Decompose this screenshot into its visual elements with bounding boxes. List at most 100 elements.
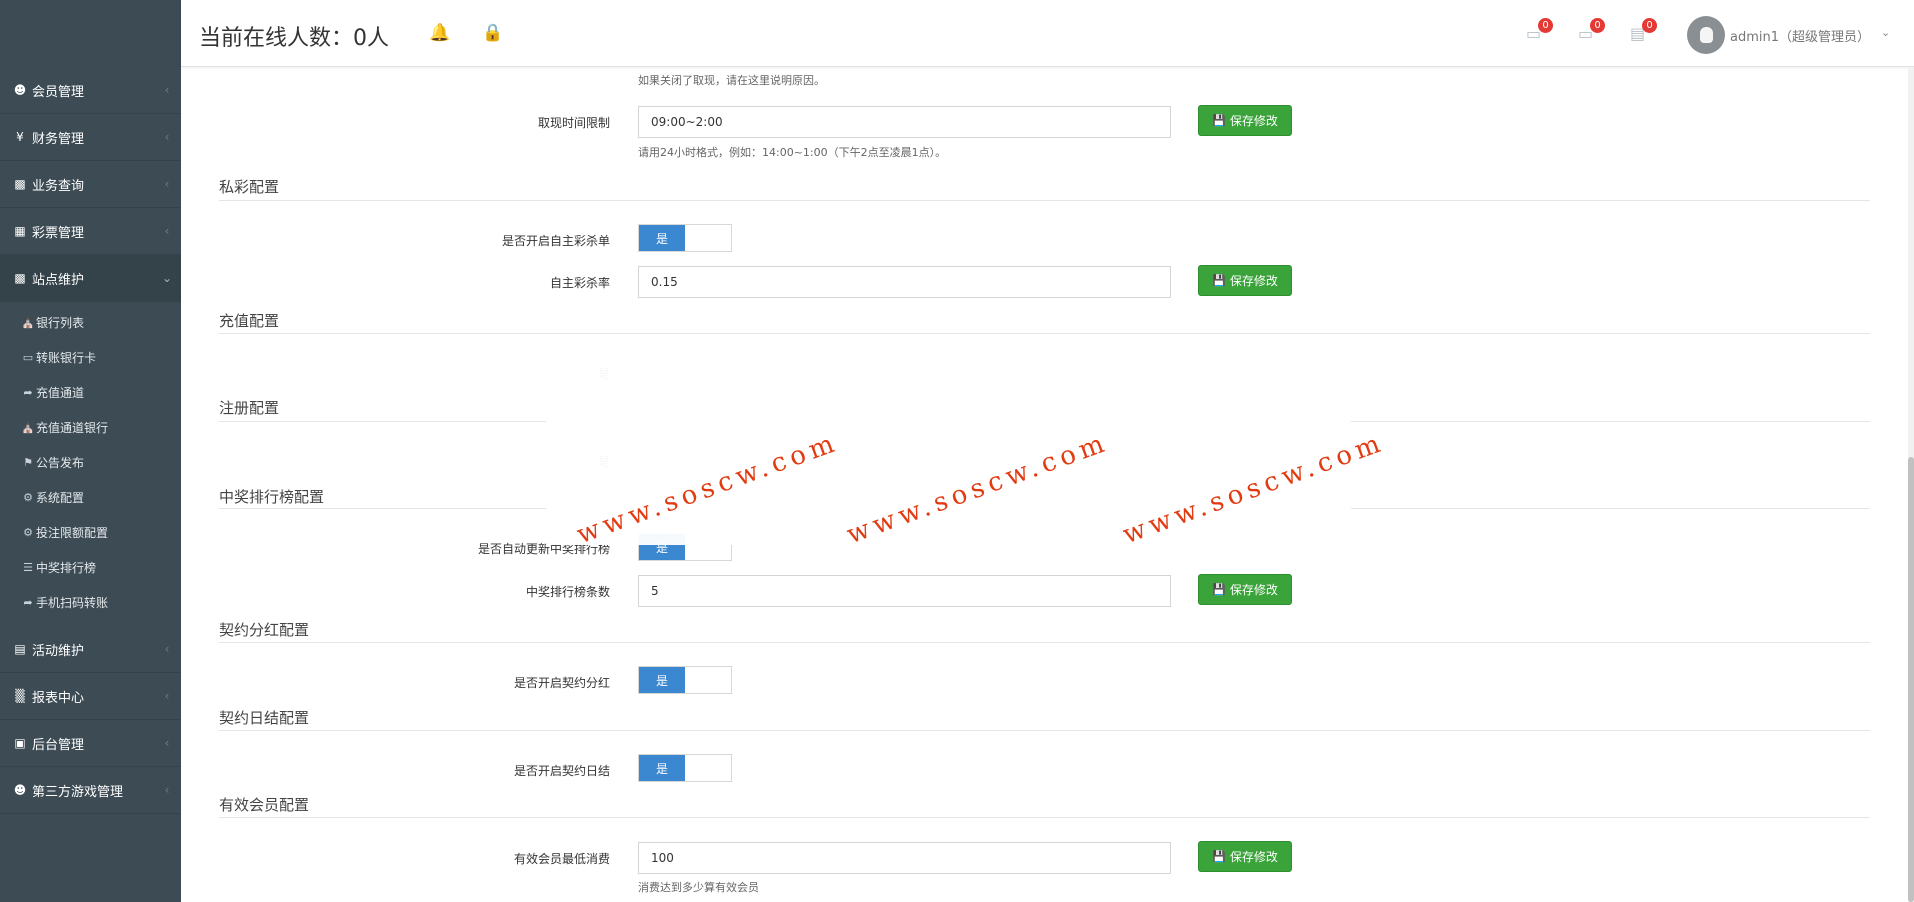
withdraw-close-help: 如果关闭了取现，请在这里说明原因。 [638,74,825,87]
avatar[interactable] [1687,16,1725,54]
section-title-recharge: 充值配置 [219,312,280,330]
sidebar-subitem-label: 银行列表 [36,316,85,330]
section-title-contract-dividend: 契约分红配置 [219,621,310,639]
list-icon: ☰ [23,561,33,574]
sidebar-subitem-winning-ranking[interactable]: ☰ 中奖排行榜 [0,550,181,585]
sidebar-item-label: 彩票管理 [32,225,85,241]
sidebar-item-label: 站点维护 [32,272,85,288]
chevron-left-icon: ‹ [164,224,170,238]
save-button-label: 保存修改 [1229,583,1278,597]
sidebar-item-label: 报表中心 [32,690,85,706]
sidebar-subitem-announcement[interactable]: ⚑ 公告发布 [0,445,181,480]
self-lottery-rate-label: 自主彩杀率 [549,276,610,290]
toggle-on-label: 是 [639,667,685,693]
toggle-on-label: 是 [639,225,685,251]
valid-member-min-label: 有效会员最低消费 [513,852,610,866]
sidebar-subitem-transfer-card[interactable]: ▭ 转账银行卡 [0,340,181,375]
desktop-icon: ▣ [14,736,26,750]
calendar-icon: ▤ [14,642,26,656]
chevron-left-icon: ‹ [164,130,170,144]
share-icon: ➦ [23,596,33,609]
sidebar-subitem-recharge-channel[interactable]: ➦ 充值通道 [0,375,181,410]
section-title-private-lottery: 私彩配置 [219,178,280,196]
valid-member-min-input[interactable]: 100 [638,842,1171,874]
chevron-down-icon: ⌄ [161,271,173,285]
notification-inbox-2[interactable]: ▭ 0 [1578,18,1605,44]
chevron-left-icon: ‹ [164,783,170,797]
save-withdraw-time-button[interactable]: 💾 保存修改 [1198,105,1292,136]
ranking-count-input[interactable]: 5 [638,575,1171,607]
contract-dividend-label: 是否开启契约分红 [513,676,610,690]
sidebar-subitem-label: 投注限额配置 [36,526,109,540]
sidebar-item-third-party-games[interactable]: ☻ 第三方游戏管理 ‹ [0,767,181,814]
sitemap-icon: ▩ [14,271,26,285]
notification-inbox-1[interactable]: ▭ 0 [1526,18,1553,44]
sidebar-subitem-label: 充值通道 [36,386,85,400]
sidebar-subitem-label: 公告发布 [36,456,85,470]
sidebar-subitem-system-config[interactable]: ⚙ 系统配置 [0,480,181,515]
sidebar-submenu: ⛪ 银行列表 ▭ 转账银行卡 ➦ 充值通道 ⛪ 充值通道银行 ⚑ 公告发布 ⚙ … [0,302,181,626]
sidebar-item-member[interactable]: ☻ 会员管理 ‹ [0,67,181,114]
user-icon: ☻ [13,783,27,797]
sidebar-item-business[interactable]: ▩ 业务查询 ‹ [0,161,181,208]
sidebar-item-activity[interactable]: ▤ 活动维护 ‹ [0,626,181,673]
section-divider [219,200,1870,201]
notification-money[interactable]: ▤ 0 [1630,18,1657,44]
section-title-ranking: 中奖排行榜配置 [219,488,325,506]
chevron-down-icon[interactable]: ⌄ [1881,26,1890,39]
save-ranking-count-button[interactable]: 💾 保存修改 [1198,574,1292,605]
sidebar-item-label: 会员管理 [32,84,85,100]
sidebar-subitem-recharge-channel-bank[interactable]: ⛪ 充值通道银行 [0,410,181,445]
sidebar-subitem-label: 系统配置 [36,491,85,505]
valid-member-help: 消费达到多少算有效会员 [638,881,759,894]
save-self-lottery-rate-button[interactable]: 💾 保存修改 [1198,265,1292,296]
withdraw-time-help: 请用24小时格式，例如：14:00~1:00（下午2点至凌晨1点）。 [638,146,947,159]
toggle-on-label: 是 [639,755,685,781]
withdraw-time-label: 取现时间限制 [537,116,610,130]
save-icon: 💾 [1212,114,1226,127]
count-badge: 0 [1538,18,1553,33]
count-badge: 0 [1590,18,1605,33]
sidebar-item-finance[interactable]: ¥ 财务管理 ‹ [0,114,181,161]
sidebar-subitem-label: 转账银行卡 [36,351,97,365]
yen-icon: ¥ [16,130,24,144]
sitemap-icon: ▩ [14,177,26,191]
section-title-valid-member: 有效会员配置 [219,796,310,814]
contract-daily-toggle[interactable]: 是 [638,754,732,782]
top-header: 当前在线人数：0人 🔔 🔒 ▭ 0 ▭ 0 ▤ 0 admin1（超级管理员） … [181,0,1914,67]
save-icon: 💾 [1212,274,1226,287]
self-lottery-rate-input[interactable]: 0.15 [638,266,1171,298]
section-divider [219,730,1870,731]
save-valid-member-button[interactable]: 💾 保存修改 [1198,841,1292,872]
sidebar-item-label: 业务查询 [32,178,85,194]
sidebar-item-reports[interactable]: ▒ 报表中心 ‹ [0,673,181,720]
sidebar-item-label: 后台管理 [32,737,85,753]
user-name[interactable]: admin1（超级管理员） [1730,26,1870,45]
self-lottery-kill-label: 是否开启自主彩杀单 [501,234,610,248]
scrollbar-thumb[interactable] [1908,457,1914,902]
avatar-silhouette [1699,27,1713,43]
chevron-left-icon: ‹ [164,736,170,750]
bell-icon[interactable]: 🔔 [429,23,450,43]
sidebar-item-lottery[interactable]: ▦ 彩票管理 ‹ [0,208,181,255]
save-button-label: 保存修改 [1229,850,1278,864]
contract-dividend-toggle[interactable]: 是 [638,666,732,694]
bullhorn-icon: ⚑ [23,456,33,469]
ranking-count-label: 中奖排行榜条数 [525,585,610,599]
vertical-scrollbar[interactable] [1908,67,1914,902]
sidebar-subitem-mobile-scan-transfer[interactable]: ➦ 手机扫码转账 [0,585,181,620]
lock-icon[interactable]: 🔒 [482,23,503,43]
sidebar-subitem-label: 手机扫码转账 [36,596,109,610]
sidebar-subitem-bank-list[interactable]: ⛪ 银行列表 [0,305,181,340]
sidebar-item-backend[interactable]: ▣ 后台管理 ‹ [0,720,181,767]
sidebar-item-site-maintenance[interactable]: ▩ 站点维护 ⌄ [0,255,181,302]
self-lottery-kill-toggle[interactable]: 是 [638,224,732,252]
count-badge: 0 [1642,18,1657,33]
share-icon: ➦ [23,386,33,399]
bank-icon: ⛪ [21,421,35,434]
section-title-register: 注册配置 [219,399,280,417]
withdraw-time-input[interactable]: 09:00~2:00 [638,106,1171,138]
cogs-icon: ⚙ [23,491,33,504]
sidebar-subitem-bet-limit-config[interactable]: ⚙ 投注限额配置 [0,515,181,550]
cogs-icon: ⚙ [23,526,33,539]
